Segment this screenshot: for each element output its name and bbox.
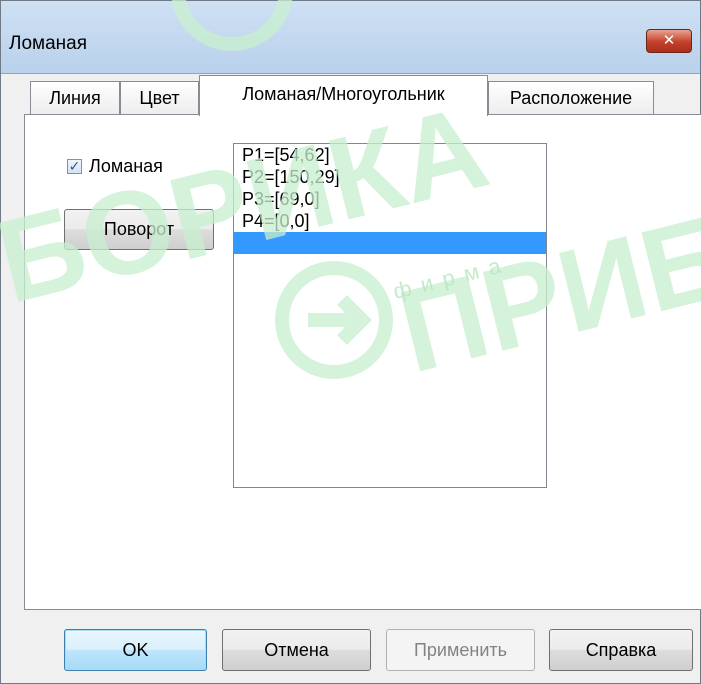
rotate-button[interactable]: Поворот: [64, 209, 214, 250]
close-icon: ✕: [662, 32, 676, 49]
list-item[interactable]: P4=[0,0]: [234, 210, 546, 232]
points-listbox[interactable]: P1=[54,62] P2=[150,29] P3=[69,0] P4=[0,0…: [233, 143, 547, 488]
ok-button[interactable]: OK: [64, 629, 207, 671]
list-item[interactable]: P1=[54,62]: [234, 144, 546, 166]
tab-position[interactable]: Расположение: [488, 81, 654, 115]
window-title: Ломаная: [9, 33, 88, 54]
title-bar[interactable]: Ломаная ✕: [1, 1, 700, 74]
apply-button[interactable]: Применить: [386, 629, 535, 671]
close-button[interactable]: ✕: [646, 29, 692, 53]
help-button[interactable]: Справка: [549, 629, 693, 671]
tab-color[interactable]: Цвет: [120, 81, 199, 115]
list-item[interactable]: P2=[150,29]: [234, 166, 546, 188]
tab-polyline-polygon[interactable]: Ломаная/Многоугольник: [199, 75, 488, 116]
tab-line[interactable]: Линия: [30, 81, 120, 115]
cancel-button[interactable]: Отмена: [222, 629, 371, 671]
list-item[interactable]: P3=[69,0]: [234, 188, 546, 210]
dialog-window: Ломаная ✕ Линия Цвет Ломаная/Многоугольн…: [0, 0, 701, 684]
polyline-checkbox-label: Ломаная: [89, 156, 163, 176]
polyline-checkbox[interactable]: ✓: [67, 159, 82, 174]
list-item-selected[interactable]: [234, 232, 546, 254]
